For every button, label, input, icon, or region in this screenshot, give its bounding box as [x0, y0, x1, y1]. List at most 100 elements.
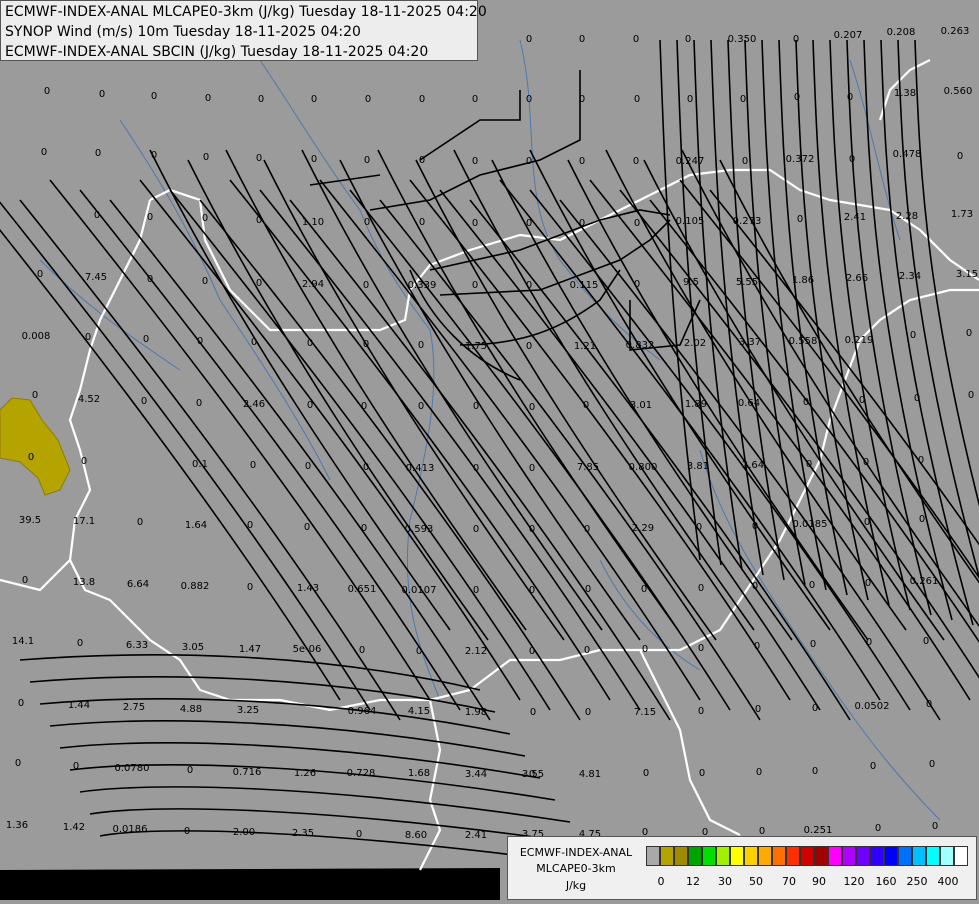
map-value-label: 0.0185 [793, 519, 828, 530]
legend-tick-label: 0 [657, 875, 665, 888]
map-value-label: 6.64 [127, 579, 149, 590]
map-value-zero: 0 [361, 523, 367, 534]
map-value-label: 2.00 [233, 827, 255, 838]
map-value-label: 1.21 [574, 341, 596, 352]
map-value-label: 2.46 [243, 399, 265, 410]
map-value-zero: 0 [585, 584, 591, 595]
map-value-label: 3.25 [237, 705, 259, 716]
map-value-zero: 0 [472, 156, 478, 167]
map-value-label: 0 [794, 92, 800, 103]
map-value-zero: 0 [918, 455, 924, 466]
map-value-zero: 0 [910, 330, 916, 341]
map-value-label: 0.964 [348, 706, 377, 717]
map-value-zero: 0 [419, 155, 425, 166]
legend-title-1: ECMWF-INDEX-ANAL [519, 846, 633, 859]
map-value-label: 0.0186 [113, 824, 148, 835]
map-value-label: 4.88 [180, 704, 202, 715]
map-value-zero: 0 [363, 339, 369, 350]
map-value-zero: 0 [304, 522, 310, 533]
map-value-zero: 0 [806, 459, 812, 470]
map-value-zero: 0 [247, 520, 253, 531]
map-value-label: 1.86 [792, 275, 814, 286]
map-value-zero: 0 [473, 463, 479, 474]
map-value-label: 3.55 [522, 769, 544, 780]
map-value-zero: 0 [812, 703, 818, 714]
legend-swatch [856, 846, 870, 866]
map-value-zero: 0 [526, 218, 532, 229]
map-value-label: 0.560 [944, 86, 973, 97]
map-value-zero: 0 [755, 704, 761, 715]
map-value-zero: 0 [849, 154, 855, 165]
map-value-zero: 0 [526, 94, 532, 105]
map-value-zero: 0 [752, 581, 758, 592]
legend-tick-label: 50 [749, 875, 763, 888]
legend-swatch [884, 846, 898, 866]
map-value-label: 3.81 [687, 461, 709, 472]
map-value-label: 0.339 [408, 280, 437, 291]
map-value-label: 0.263 [941, 26, 970, 37]
map-value-zero: 0 [472, 94, 478, 105]
map-value-label: 9.5 [683, 277, 699, 288]
legend-swatch [688, 846, 702, 866]
map-canvas: 0 0 0 0 0 0 0 0 0 0 0 0 0 0 0 0 0 0 0 0 0 0 0 0 0 0 0 0 0 0 0 0 0 0 0 0 0 0 0 0… [0, 0, 979, 900]
map-value-label: 0.832 [626, 340, 655, 351]
map-value-zero: 0 [305, 461, 311, 472]
map-value-label: 0 [685, 34, 691, 45]
map-value-zero: 0 [698, 706, 704, 717]
map-value-zero: 0 [151, 91, 157, 102]
map-value-zero: 0 [251, 337, 257, 348]
map-value-zero: 0 [865, 578, 871, 589]
map-value-zero: 0 [418, 401, 424, 412]
map-value-label: 1.89 [685, 399, 707, 410]
map-value-label: 0.882 [181, 581, 210, 592]
title-panel: ECMWF-INDEX-ANAL MLCAPE0-3km (J/kg) Tues… [0, 0, 487, 61]
map-value-label: 1.75 [465, 341, 487, 352]
map-value-zero: 0 [870, 761, 876, 772]
map-value-zero: 0 [526, 341, 532, 352]
map-value-zero: 0 [73, 761, 79, 772]
map-value-label: 3.01 [630, 400, 652, 411]
map-value-label: 2.64 [742, 460, 764, 471]
map-value-zero: 0 [699, 768, 705, 779]
map-value-label: 1.64 [185, 520, 207, 531]
legend-tick-label: 120 [843, 875, 865, 888]
map-value-zero: 0 [18, 698, 24, 709]
map-value-label: 0.478 [893, 149, 922, 160]
map-value-zero: 0 [696, 522, 702, 533]
map-value-label: 1.44 [68, 700, 90, 711]
map-value-zero: 0 [359, 645, 365, 656]
map-value-zero: 0 [633, 34, 639, 45]
map-value-zero: 0 [256, 278, 262, 289]
map-value-zero: 0 [579, 34, 585, 45]
map-value-label: 1.10 [302, 217, 324, 228]
map-value-zero: 0 [41, 147, 47, 158]
map-value-label: 2.75 [123, 702, 145, 713]
map-value-zero: 0 [196, 398, 202, 409]
map-value-zero: 0 [256, 215, 262, 226]
map-value-label: 1.43 [297, 583, 319, 594]
map-value-label: 3.05 [182, 642, 204, 653]
legend-title-2: MLCAPE0-3km [536, 862, 616, 875]
weather-map[interactable]: 0 0 0 0 0 0 0 0 0 0 0 0 0 0 0 0 0 0 0 0 0 0 0 0 0 0 0 0 0 0 0 0 0 0 0 0 0 0 0 0… [0, 0, 979, 900]
map-value-label: 7.15 [634, 707, 656, 718]
map-value-zero: 0 [579, 156, 585, 167]
map-value-zero: 0 [77, 638, 83, 649]
map-value-label: 39.5 [19, 515, 41, 526]
map-value-label: 3.37 [739, 337, 761, 348]
map-value-label: 0.350 [728, 34, 757, 45]
map-value-zero: 0 [365, 94, 371, 105]
map-value-zero: 0 [81, 456, 87, 467]
map-value-zero: 0 [634, 94, 640, 105]
map-value-zero: 0 [363, 280, 369, 291]
legend-swatch [800, 846, 814, 866]
map-value-zero: 0 [634, 279, 640, 290]
map-value-label: 0.558 [789, 336, 818, 347]
map-value-label: 0.208 [887, 27, 916, 38]
map-value-label: 0.800 [629, 462, 658, 473]
legend-swatch [940, 846, 954, 866]
map-value-label: 0.207 [834, 30, 863, 41]
map-value-zero: 0 [258, 94, 264, 105]
map-value-label: 2.41 [465, 830, 487, 841]
map-value-zero: 0 [929, 759, 935, 770]
legend-tick-label: 30 [718, 875, 732, 888]
